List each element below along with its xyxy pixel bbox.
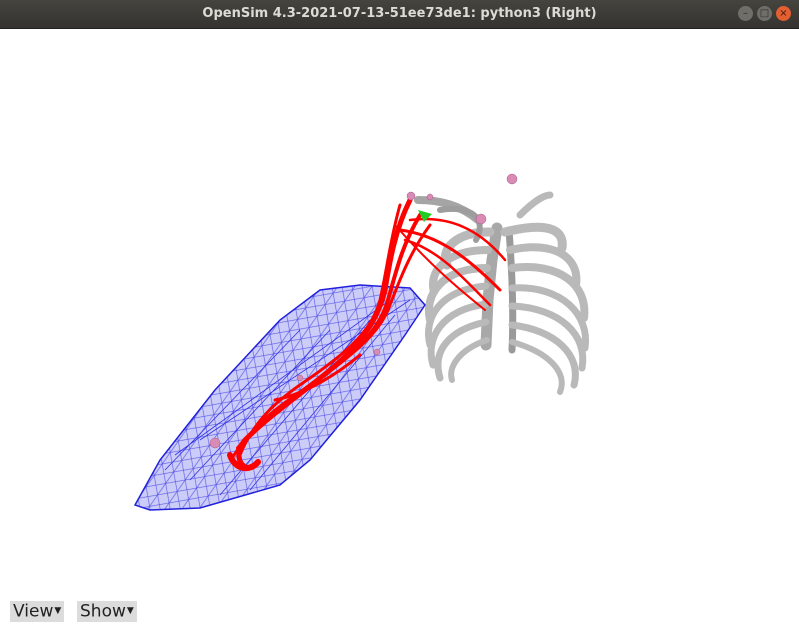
marker-point <box>506 173 518 185</box>
show-menu-label: Show <box>80 601 126 622</box>
marker-point <box>426 193 434 201</box>
close-button[interactable]: × <box>776 6 791 21</box>
maximize-button[interactable]: □ <box>757 6 772 21</box>
caret-down-icon: ▼ <box>54 606 62 616</box>
view-menu-button[interactable]: View▼ <box>10 601 65 622</box>
show-menu-button[interactable]: Show▼ <box>77 601 137 622</box>
window-title: OpenSim 4.3-2021-07-13-51ee73de1: python… <box>202 6 597 21</box>
marker-point <box>475 213 487 225</box>
window-controls: – □ × <box>738 6 791 21</box>
marker-point <box>406 191 416 201</box>
ribcage-model <box>414 191 590 395</box>
minimize-button[interactable]: – <box>738 6 753 21</box>
caret-down-icon: ▼ <box>126 606 134 616</box>
marker-point <box>209 437 221 449</box>
marker-point <box>296 374 304 382</box>
marker-point <box>373 348 381 356</box>
view-menu-label: View <box>13 601 54 622</box>
3d-viewport[interactable] <box>0 29 799 629</box>
title-bar[interactable]: OpenSim 4.3-2021-07-13-51ee73de1: python… <box>0 0 799 29</box>
